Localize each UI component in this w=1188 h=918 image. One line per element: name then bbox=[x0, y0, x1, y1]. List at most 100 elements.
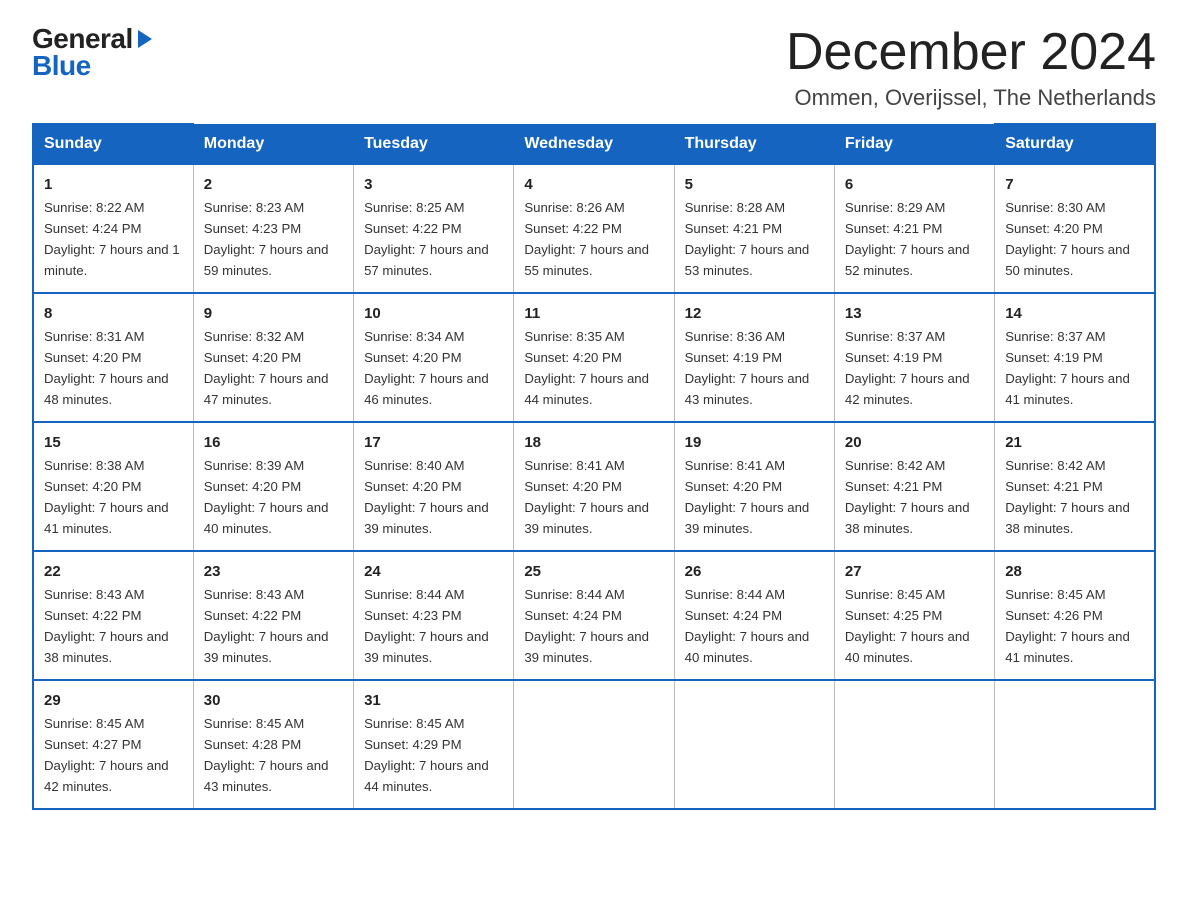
day-info: Sunrise: 8:26 AMSunset: 4:22 PMDaylight:… bbox=[524, 200, 649, 278]
day-number: 23 bbox=[204, 560, 343, 583]
day-info: Sunrise: 8:34 AMSunset: 4:20 PMDaylight:… bbox=[364, 329, 489, 407]
day-info: Sunrise: 8:28 AMSunset: 4:21 PMDaylight:… bbox=[685, 200, 810, 278]
day-info: Sunrise: 8:41 AMSunset: 4:20 PMDaylight:… bbox=[685, 458, 810, 536]
day-number: 12 bbox=[685, 302, 824, 325]
calendar-cell bbox=[834, 680, 994, 809]
day-number: 24 bbox=[364, 560, 503, 583]
calendar-cell: 17Sunrise: 8:40 AMSunset: 4:20 PMDayligh… bbox=[354, 422, 514, 551]
day-info: Sunrise: 8:23 AMSunset: 4:23 PMDaylight:… bbox=[204, 200, 329, 278]
calendar-cell: 23 Sunrise: 8:43 AMSunset: 4:22 PMDayligh… bbox=[193, 551, 353, 680]
day-info: Sunrise: 8:42 AMSunset: 4:21 PMDaylight:… bbox=[845, 458, 970, 536]
day-number: 27 bbox=[845, 560, 984, 583]
calendar-cell: 27 Sunrise: 8:45 AMSunset: 4:25 PMDayligh… bbox=[834, 551, 994, 680]
day-number: 31 bbox=[364, 689, 503, 712]
header-wednesday: Wednesday bbox=[514, 124, 674, 164]
day-number: 17 bbox=[364, 431, 503, 454]
day-number: 14 bbox=[1005, 302, 1144, 325]
day-number: 9 bbox=[204, 302, 343, 325]
day-info: Sunrise: 8:35 AMSunset: 4:20 PMDaylight:… bbox=[524, 329, 649, 407]
calendar-week-row-2: 8 Sunrise: 8:31 AMSunset: 4:20 PMDaylight… bbox=[33, 293, 1155, 422]
day-number: 21 bbox=[1005, 431, 1144, 454]
day-number: 25 bbox=[524, 560, 663, 583]
calendar-cell: 13Sunrise: 8:37 AMSunset: 4:19 PMDayligh… bbox=[834, 293, 994, 422]
day-info: Sunrise: 8:43 AMSunset: 4:22 PMDaylight:… bbox=[204, 587, 329, 665]
day-number: 18 bbox=[524, 431, 663, 454]
calendar-cell: 24 Sunrise: 8:44 AMSunset: 4:23 PMDayligh… bbox=[354, 551, 514, 680]
day-info: Sunrise: 8:42 AMSunset: 4:21 PMDaylight:… bbox=[1005, 458, 1130, 536]
calendar-cell: 16Sunrise: 8:39 AMSunset: 4:20 PMDayligh… bbox=[193, 422, 353, 551]
day-number: 20 bbox=[845, 431, 984, 454]
calendar-cell bbox=[514, 680, 674, 809]
calendar-week-row-5: 29 Sunrise: 8:45 AMSunset: 4:27 PMDayligh… bbox=[33, 680, 1155, 809]
calendar-cell: 19 Sunrise: 8:41 AMSunset: 4:20 PMDayligh… bbox=[674, 422, 834, 551]
calendar-cell: 20 Sunrise: 8:42 AMSunset: 4:21 PMDayligh… bbox=[834, 422, 994, 551]
calendar-cell: 5 Sunrise: 8:28 AMSunset: 4:21 PMDaylight… bbox=[674, 164, 834, 293]
day-number: 11 bbox=[524, 302, 663, 325]
day-info: Sunrise: 8:45 AMSunset: 4:25 PMDaylight:… bbox=[845, 587, 970, 665]
day-number: 16 bbox=[204, 431, 343, 454]
day-info: Sunrise: 8:44 AMSunset: 4:24 PMDaylight:… bbox=[685, 587, 810, 665]
day-info: Sunrise: 8:36 AMSunset: 4:19 PMDaylight:… bbox=[685, 329, 810, 407]
day-info: Sunrise: 8:29 AMSunset: 4:21 PMDaylight:… bbox=[845, 200, 970, 278]
calendar-cell: 14 Sunrise: 8:37 AMSunset: 4:19 PMDayligh… bbox=[995, 293, 1155, 422]
calendar-table: Sunday Monday Tuesday Wednesday Thursday… bbox=[32, 123, 1156, 810]
day-number: 13 bbox=[845, 302, 984, 325]
day-number: 22 bbox=[44, 560, 183, 583]
calendar-cell: 22 Sunrise: 8:43 AMSunset: 4:22 PMDayligh… bbox=[33, 551, 193, 680]
calendar-cell: 9 Sunrise: 8:32 AMSunset: 4:20 PMDaylight… bbox=[193, 293, 353, 422]
title-block: December 2024 Ommen, Overijssel, The Net… bbox=[786, 24, 1156, 111]
calendar-cell: 15Sunrise: 8:38 AMSunset: 4:20 PMDayligh… bbox=[33, 422, 193, 551]
calendar-cell: 4 Sunrise: 8:26 AMSunset: 4:22 PMDaylight… bbox=[514, 164, 674, 293]
calendar-cell: 3Sunrise: 8:25 AMSunset: 4:22 PMDaylight… bbox=[354, 164, 514, 293]
calendar-cell: 1Sunrise: 8:22 AMSunset: 4:24 PMDaylight… bbox=[33, 164, 193, 293]
calendar-cell: 10 Sunrise: 8:34 AMSunset: 4:20 PMDayligh… bbox=[354, 293, 514, 422]
day-info: Sunrise: 8:44 AMSunset: 4:23 PMDaylight:… bbox=[364, 587, 489, 665]
day-info: Sunrise: 8:31 AMSunset: 4:20 PMDaylight:… bbox=[44, 329, 169, 407]
header-sunday: Sunday bbox=[33, 124, 193, 164]
page-header: General Blue December 2024 Ommen, Overij… bbox=[32, 24, 1156, 111]
header-monday: Monday bbox=[193, 124, 353, 164]
month-title: December 2024 bbox=[786, 24, 1156, 81]
calendar-cell bbox=[674, 680, 834, 809]
day-info: Sunrise: 8:45 AMSunset: 4:26 PMDaylight:… bbox=[1005, 587, 1130, 665]
calendar-week-row-3: 15Sunrise: 8:38 AMSunset: 4:20 PMDayligh… bbox=[33, 422, 1155, 551]
day-number: 4 bbox=[524, 173, 663, 196]
day-number: 5 bbox=[685, 173, 824, 196]
calendar-cell: 21 Sunrise: 8:42 AMSunset: 4:21 PMDayligh… bbox=[995, 422, 1155, 551]
calendar-week-row-1: 1Sunrise: 8:22 AMSunset: 4:24 PMDaylight… bbox=[33, 164, 1155, 293]
header-saturday: Saturday bbox=[995, 124, 1155, 164]
day-number: 28 bbox=[1005, 560, 1144, 583]
day-info: Sunrise: 8:45 AMSunset: 4:27 PMDaylight:… bbox=[44, 716, 169, 794]
calendar-cell: 11 Sunrise: 8:35 AMSunset: 4:20 PMDayligh… bbox=[514, 293, 674, 422]
day-info: Sunrise: 8:44 AMSunset: 4:24 PMDaylight:… bbox=[524, 587, 649, 665]
day-info: Sunrise: 8:41 AMSunset: 4:20 PMDaylight:… bbox=[524, 458, 649, 536]
day-number: 7 bbox=[1005, 173, 1144, 196]
day-info: Sunrise: 8:30 AMSunset: 4:20 PMDaylight:… bbox=[1005, 200, 1130, 278]
day-info: Sunrise: 8:32 AMSunset: 4:20 PMDaylight:… bbox=[204, 329, 329, 407]
calendar-cell: 18 Sunrise: 8:41 AMSunset: 4:20 PMDayligh… bbox=[514, 422, 674, 551]
day-info: Sunrise: 8:43 AMSunset: 4:22 PMDaylight:… bbox=[44, 587, 169, 665]
calendar-cell: 28 Sunrise: 8:45 AMSunset: 4:26 PMDayligh… bbox=[995, 551, 1155, 680]
calendar-cell: 30Sunrise: 8:45 AMSunset: 4:28 PMDayligh… bbox=[193, 680, 353, 809]
calendar-cell: 25 Sunrise: 8:44 AMSunset: 4:24 PMDayligh… bbox=[514, 551, 674, 680]
calendar-cell: 7 Sunrise: 8:30 AMSunset: 4:20 PMDaylight… bbox=[995, 164, 1155, 293]
calendar-header-row: Sunday Monday Tuesday Wednesday Thursday… bbox=[33, 124, 1155, 164]
calendar-cell: 31Sunrise: 8:45 AMSunset: 4:29 PMDayligh… bbox=[354, 680, 514, 809]
header-friday: Friday bbox=[834, 124, 994, 164]
calendar-cell: 26Sunrise: 8:44 AMSunset: 4:24 PMDayligh… bbox=[674, 551, 834, 680]
day-info: Sunrise: 8:38 AMSunset: 4:20 PMDaylight:… bbox=[44, 458, 169, 536]
day-number: 8 bbox=[44, 302, 183, 325]
day-number: 6 bbox=[845, 173, 984, 196]
logo-arrow-icon bbox=[134, 28, 156, 50]
calendar-cell: 2Sunrise: 8:23 AMSunset: 4:23 PMDaylight… bbox=[193, 164, 353, 293]
header-tuesday: Tuesday bbox=[354, 124, 514, 164]
day-info: Sunrise: 8:37 AMSunset: 4:19 PMDaylight:… bbox=[1005, 329, 1130, 407]
calendar-cell: 12 Sunrise: 8:36 AMSunset: 4:19 PMDayligh… bbox=[674, 293, 834, 422]
day-number: 10 bbox=[364, 302, 503, 325]
header-thursday: Thursday bbox=[674, 124, 834, 164]
calendar-cell: 29 Sunrise: 8:45 AMSunset: 4:27 PMDayligh… bbox=[33, 680, 193, 809]
day-info: Sunrise: 8:22 AMSunset: 4:24 PMDaylight:… bbox=[44, 200, 180, 278]
calendar-cell: 6 Sunrise: 8:29 AMSunset: 4:21 PMDaylight… bbox=[834, 164, 994, 293]
day-number: 19 bbox=[685, 431, 824, 454]
day-number: 29 bbox=[44, 689, 183, 712]
